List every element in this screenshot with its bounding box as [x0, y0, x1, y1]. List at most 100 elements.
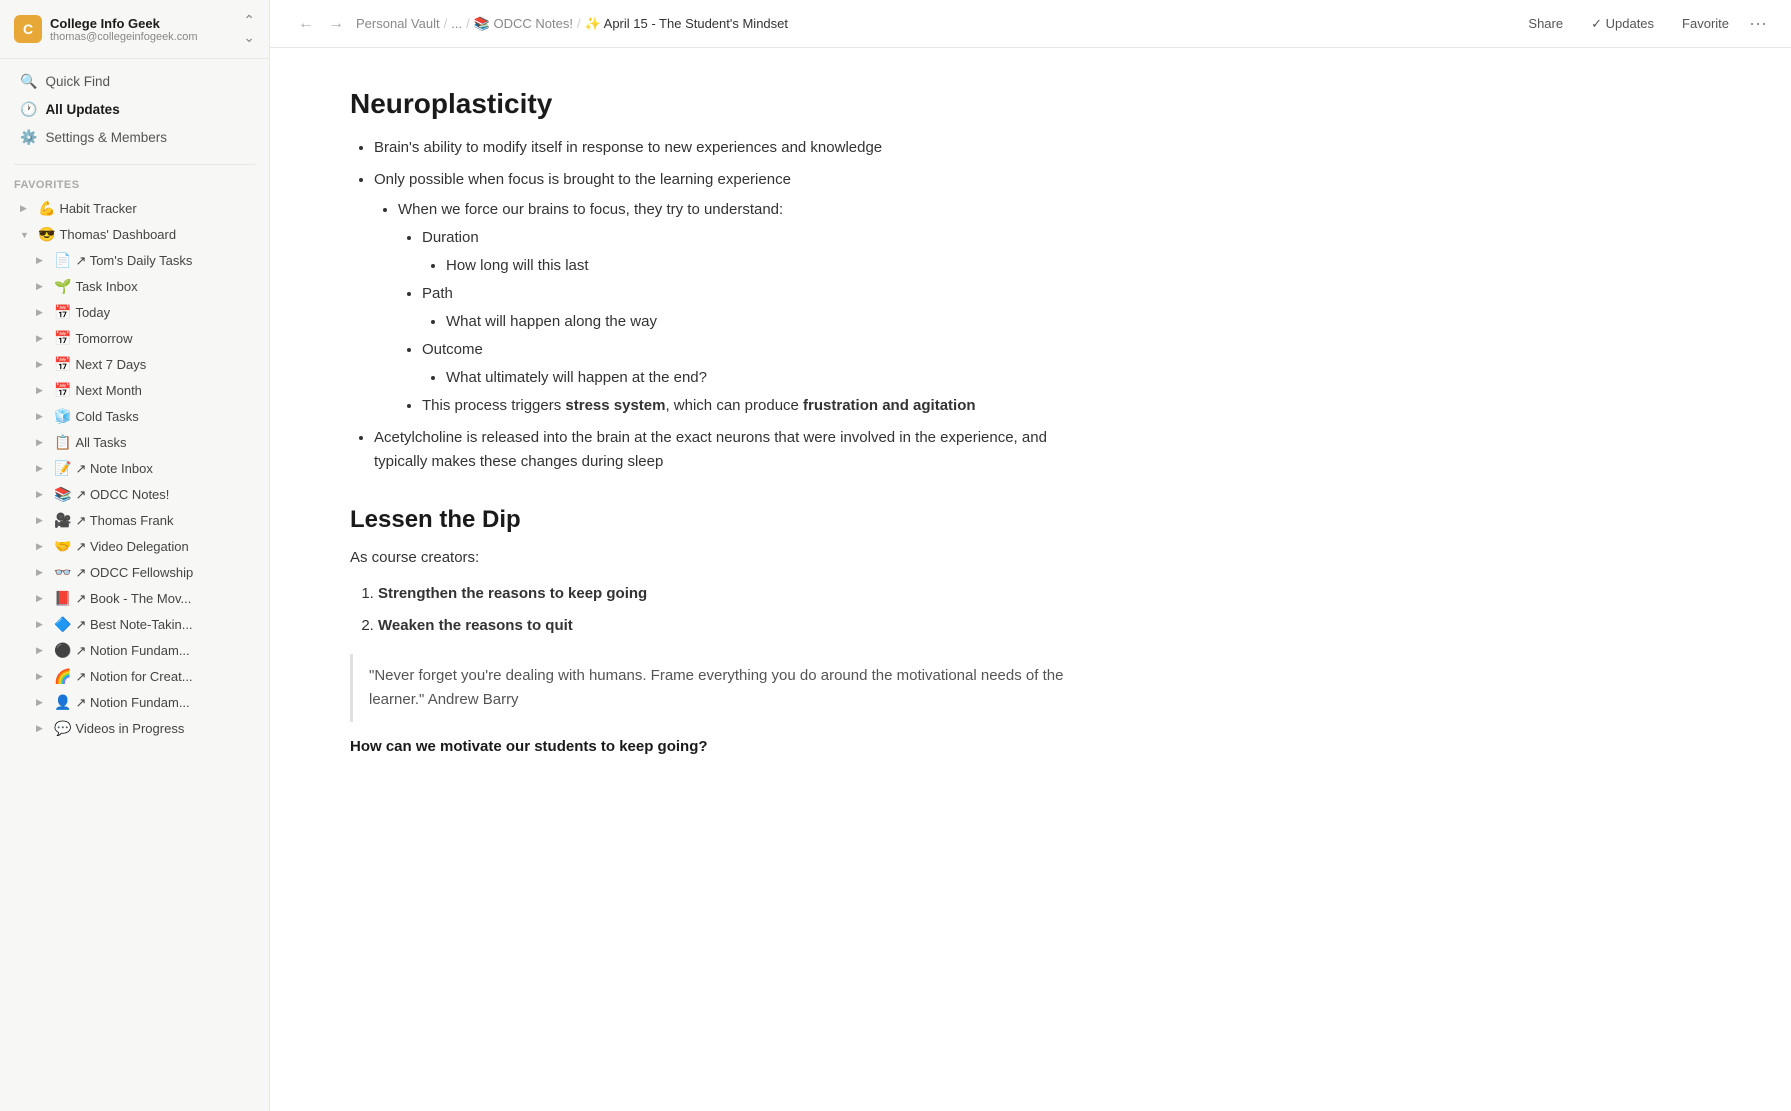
- sidebar-item-all-tasks[interactable]: ▶ 📋 All Tasks: [6, 430, 263, 455]
- sidebar-item-notion-fundam1[interactable]: ▶ ⚫ ↗ Notion Fundam...: [6, 638, 263, 663]
- gear-icon: ⚙️: [20, 129, 37, 146]
- favorite-button[interactable]: Favorite: [1674, 12, 1737, 35]
- sidebar-item-label: Next Month: [75, 383, 255, 398]
- content-area: Neuroplasticity Brain's ability to modif…: [270, 48, 1170, 1111]
- heading-lessen-dip: Lessen the Dip: [350, 506, 1090, 534]
- expand-arrow: ▶: [36, 411, 50, 422]
- sidebar-item-label: Task Inbox: [75, 279, 255, 294]
- sidebar-item-thomas-dashboard[interactable]: ▼ 😎 Thomas' Dashboard: [6, 222, 263, 247]
- expand-arrow: ▶: [36, 255, 50, 266]
- settings-item[interactable]: ⚙️ Settings & Members: [6, 124, 263, 151]
- sidebar-item-label: Cold Tasks: [75, 409, 255, 424]
- expand-arrow: ▼: [20, 230, 34, 240]
- expand-arrow: ▶: [36, 671, 50, 682]
- sidebar-item-label: ↗ ODCC Notes!: [75, 487, 255, 503]
- expand-arrow: ▶: [36, 593, 50, 604]
- sidebar-divider: [14, 164, 255, 165]
- ordered-list: Strengthen the reasons to keep going Wea…: [350, 582, 1090, 638]
- sidebar-item-label: ↗ Book - The Mov...: [75, 591, 255, 607]
- all-updates-item[interactable]: 🕐 All Updates: [6, 96, 263, 123]
- best-note-icon: 🔷: [54, 616, 71, 633]
- expand-arrow: ▶: [20, 203, 34, 214]
- ordered-item-1: Strengthen the reasons to keep going: [378, 582, 1090, 606]
- odcc-fellowship-icon: 👓: [54, 564, 71, 581]
- breadcrumb-personal-vault[interactable]: Personal Vault: [356, 16, 440, 31]
- workspace-chevron[interactable]: ⌃⌄: [243, 12, 255, 46]
- expand-arrow: ▶: [36, 385, 50, 396]
- bold-question: How can we motivate our students to keep…: [350, 738, 1090, 755]
- sidebar-item-cold-tasks[interactable]: ▶ 🧊 Cold Tasks: [6, 404, 263, 429]
- sub-sub-bullets: Duration How long will this last Path Wh…: [398, 226, 1090, 418]
- note-inbox-icon: 📝: [54, 460, 71, 477]
- breadcrumb-odcc-notes[interactable]: 📚 ODCC Notes!: [474, 16, 573, 32]
- sidebar-item-label: All Tasks: [75, 435, 255, 450]
- sidebar-item-note-inbox[interactable]: ▶ 📝 ↗ Note Inbox: [6, 456, 263, 481]
- sidebar-item-next-7-days[interactable]: ▶ 📅 Next 7 Days: [6, 352, 263, 377]
- back-button[interactable]: ←: [294, 13, 318, 35]
- sidebar-item-odcc-fellowship[interactable]: ▶ 👓 ↗ ODCC Fellowship: [6, 560, 263, 585]
- para-course-creators: As course creators:: [350, 546, 1090, 570]
- odcc-notes-icon: 📚: [54, 486, 71, 503]
- sidebar-nav: 🔍 Quick Find 🕐 All Updates ⚙️ Settings &…: [0, 59, 269, 160]
- clock-icon: 🕐: [20, 101, 37, 118]
- workspace-email: thomas@collegeinfogeek.com: [50, 31, 235, 43]
- sidebar-item-habit-tracker[interactable]: ▶ 💪 Habit Tracker: [6, 196, 263, 221]
- forward-button[interactable]: →: [324, 13, 348, 35]
- sidebar-tree: ▶ 💪 Habit Tracker ▼ 😎 Thomas' Dashboard …: [0, 195, 269, 742]
- sidebar-item-label: ↗ Best Note-Takin...: [75, 617, 255, 633]
- sidebar-item-notion-creat[interactable]: ▶ 🌈 ↗ Notion for Creat...: [6, 664, 263, 689]
- cold-tasks-icon: 🧊: [54, 408, 71, 425]
- search-icon: 🔍: [20, 73, 37, 90]
- bullet-item: Brain's ability to modify itself in resp…: [374, 136, 1090, 160]
- leaf-bullet: What ultimately will happen at the end?: [446, 366, 1090, 390]
- thomas-dashboard-icon: 😎: [38, 226, 55, 243]
- all-tasks-icon: 📋: [54, 434, 71, 451]
- sidebar-item-book[interactable]: ▶ 📕 ↗ Book - The Mov...: [6, 586, 263, 611]
- expand-arrow: ▶: [36, 697, 50, 708]
- expand-arrow: ▶: [36, 645, 50, 656]
- sidebar-item-notion-fundam2[interactable]: ▶ 👤 ↗ Notion Fundam...: [6, 690, 263, 715]
- heading-neuroplasticity: Neuroplasticity: [350, 88, 1090, 120]
- expand-arrow: ▶: [36, 489, 50, 500]
- expand-arrow: ▶: [36, 567, 50, 578]
- expand-arrow: ▶: [36, 463, 50, 474]
- sidebar-item-videos-progress[interactable]: ▶ 💬 Videos in Progress: [6, 716, 263, 741]
- sub-sub-bullet: Duration How long will this last: [422, 226, 1090, 278]
- expand-arrow: ▶: [36, 359, 50, 370]
- topbar: ← → Personal Vault / ... / 📚 ODCC Notes!…: [270, 0, 1791, 48]
- workspace-info: College Info Geek thomas@collegeinfogeek…: [50, 16, 235, 43]
- sidebar-item-label: ↗ Note Inbox: [75, 461, 255, 477]
- more-options-button[interactable]: ···: [1749, 13, 1767, 34]
- expand-arrow: ▶: [36, 723, 50, 734]
- expand-arrow: ▶: [36, 619, 50, 630]
- expand-arrow: ▶: [36, 307, 50, 318]
- sidebar-item-video-delegation[interactable]: ▶ 🤝 ↗ Video Delegation: [6, 534, 263, 559]
- sub-bullets: When we force our brains to focus, they …: [374, 198, 1090, 418]
- sidebar-item-tomorrow[interactable]: ▶ 📅 Tomorrow: [6, 326, 263, 351]
- sidebar-item-label: ↗ ODCC Fellowship: [75, 565, 255, 581]
- breadcrumb-current-page: ✨ April 15 - The Student's Mindset: [585, 16, 788, 32]
- neuroplasticity-bullets: Brain's ability to modify itself in resp…: [350, 136, 1090, 474]
- share-button[interactable]: Share: [1520, 12, 1571, 35]
- quick-find-item[interactable]: 🔍 Quick Find: [6, 68, 263, 95]
- breadcrumb: Personal Vault / ... / 📚 ODCC Notes! / ✨…: [356, 16, 788, 32]
- sidebar-item-label: Thomas' Dashboard: [59, 227, 255, 242]
- notion-fundam1-icon: ⚫: [54, 642, 71, 659]
- sidebar-item-label: Next 7 Days: [75, 357, 255, 372]
- sidebar-item-thomas-frank[interactable]: ▶ 🎥 ↗ Thomas Frank: [6, 508, 263, 533]
- sidebar-item-best-note-taking[interactable]: ▶ 🔷 ↗ Best Note-Takin...: [6, 612, 263, 637]
- updates-button[interactable]: ✓ Updates: [1583, 12, 1662, 36]
- sidebar-item-toms-daily-tasks[interactable]: ▶ 📄 ↗ Tom's Daily Tasks: [6, 248, 263, 273]
- sidebar-item-odcc-notes[interactable]: ▶ 📚 ↗ ODCC Notes!: [6, 482, 263, 507]
- sidebar-item-today[interactable]: ▶ 📅 Today: [6, 300, 263, 325]
- sidebar-item-next-month[interactable]: ▶ 📅 Next Month: [6, 378, 263, 403]
- workspace-header[interactable]: C College Info Geek thomas@collegeinfoge…: [0, 0, 269, 59]
- sidebar-item-task-inbox[interactable]: ▶ 🌱 Task Inbox: [6, 274, 263, 299]
- breadcrumb-ellipsis[interactable]: ...: [451, 16, 462, 31]
- blockquote: "Never forget you're dealing with humans…: [350, 654, 1090, 722]
- sidebar-item-label: ↗ Notion for Creat...: [75, 669, 255, 685]
- expand-arrow: ▶: [36, 515, 50, 526]
- today-icon: 📅: [54, 304, 71, 321]
- sidebar-item-label: ↗ Notion Fundam...: [75, 695, 255, 711]
- sidebar-item-label: ↗ Notion Fundam...: [75, 643, 255, 659]
